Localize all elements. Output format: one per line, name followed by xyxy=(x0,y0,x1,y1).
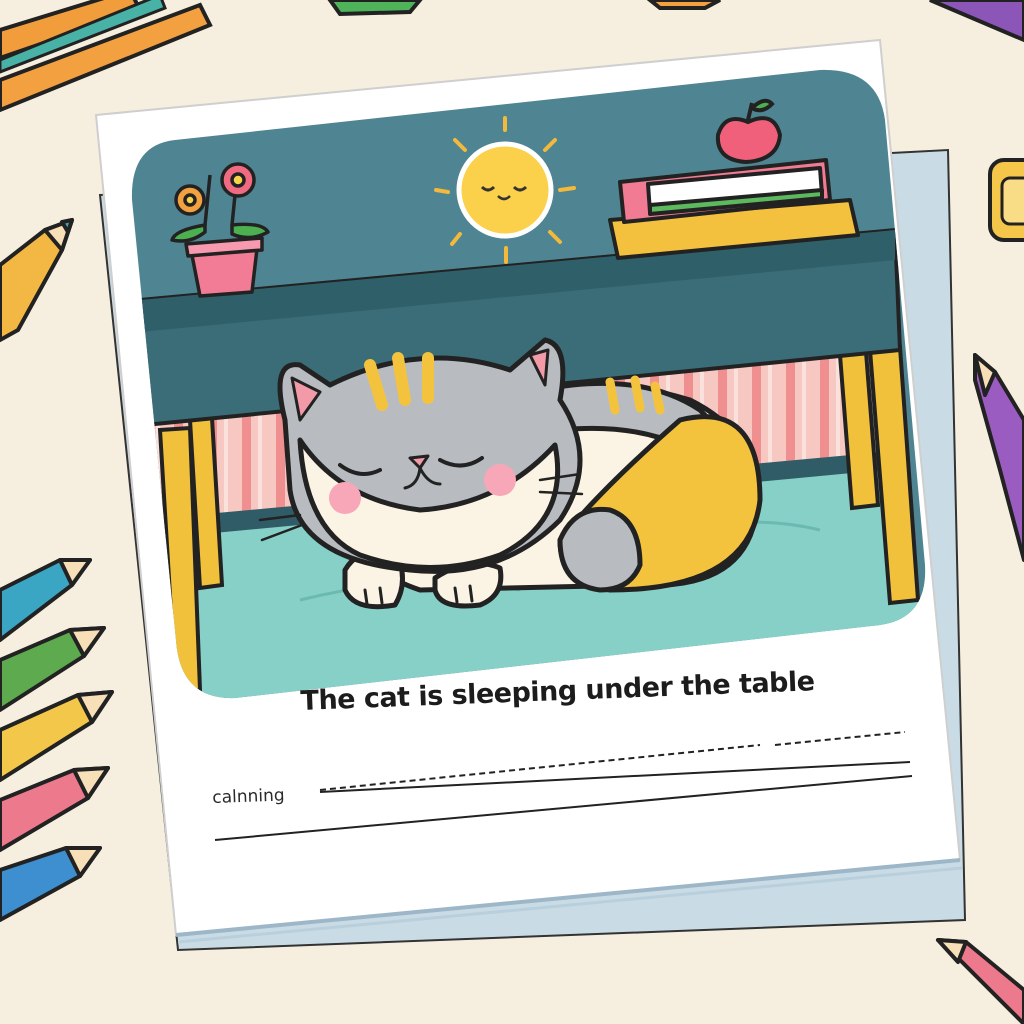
pencils-top xyxy=(327,0,1024,43)
illustration-scene xyxy=(0,0,1024,1024)
pencils-left xyxy=(0,218,114,922)
answer-label: calnning xyxy=(212,785,285,808)
sharpener-icon xyxy=(988,158,1024,242)
pencils-top-left xyxy=(0,0,213,113)
